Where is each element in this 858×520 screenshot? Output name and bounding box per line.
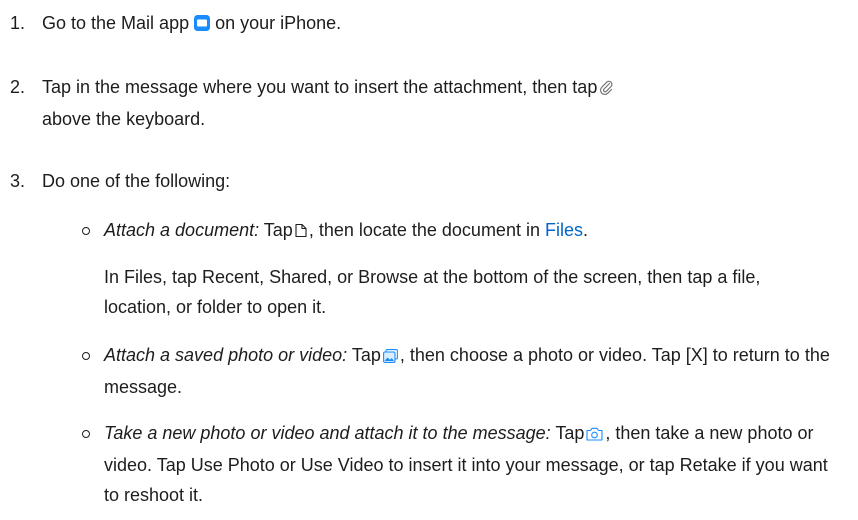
paperclip-icon	[599, 74, 613, 104]
instructions-page: 1. Go to the Mail app on your iPhone. 2. …	[0, 0, 858, 520]
step-text: Tap in the message where you want to ins…	[42, 72, 832, 134]
option-text: Attach a document: Tap, then locate the …	[104, 215, 844, 247]
photo-library-icon	[382, 342, 398, 372]
step-number: 2.	[10, 77, 26, 97]
files-link[interactable]: Files	[545, 220, 583, 240]
step-text: Go to the Mail app on your iPhone.	[42, 8, 832, 40]
option-text: Take a new photo or video and attach it …	[104, 418, 844, 510]
option-text: Attach a saved photo or video: Tap, then…	[104, 340, 834, 402]
bullet-icon	[82, 227, 90, 235]
step-number: 3.	[10, 171, 26, 191]
document-icon	[295, 217, 307, 247]
step-number: 1.	[10, 13, 26, 33]
mail-app-icon	[194, 10, 211, 40]
note-text: In Files, tap Recent, Shared, or Browse …	[104, 267, 761, 317]
bullet-icon	[82, 352, 90, 360]
camera-icon	[586, 420, 603, 450]
bullet-icon	[82, 430, 90, 438]
step-text: Do one of the following:	[42, 171, 231, 191]
